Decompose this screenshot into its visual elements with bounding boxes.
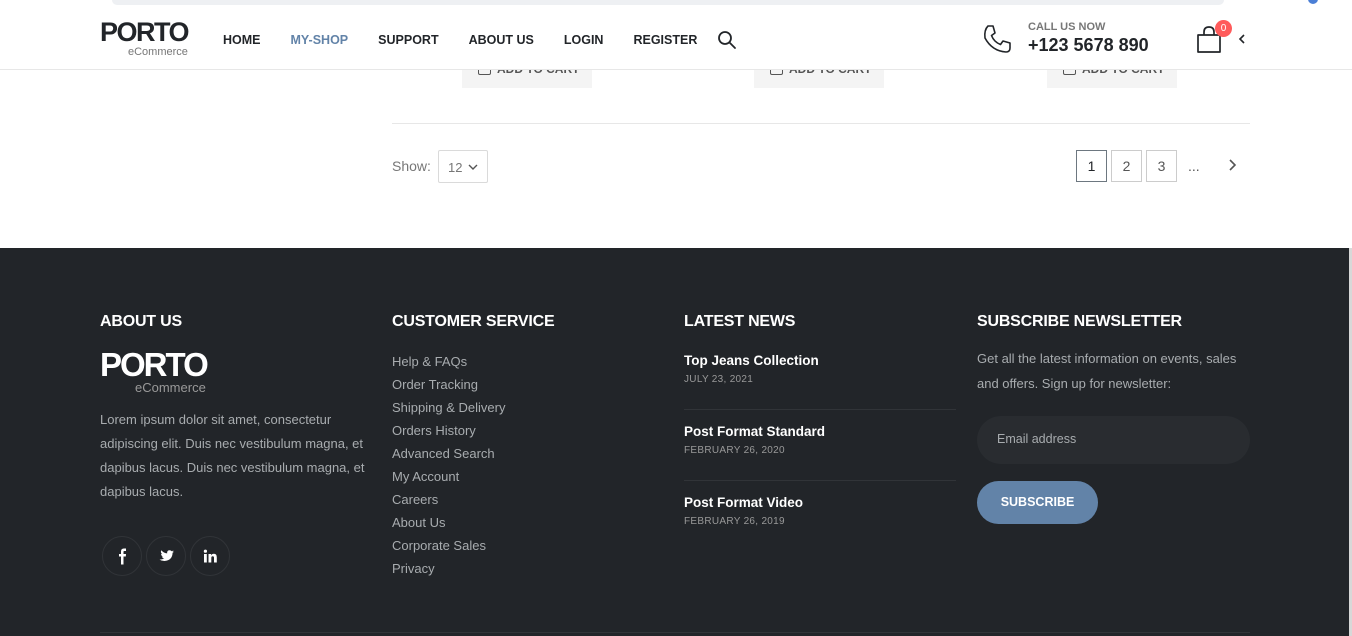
news-title[interactable]: Top Jeans Collection	[684, 353, 956, 368]
footer-service-title: CUSTOMER SERVICE	[392, 313, 555, 330]
main-nav: HOME MY-SHOP SUPPORT ABOUT US LOGIN REGI…	[223, 9, 727, 70]
nav-home[interactable]: HOME	[223, 33, 261, 47]
chevron-down-icon	[468, 164, 478, 170]
footer-about-title: ABOUT US	[100, 313, 182, 330]
search-icon[interactable]	[717, 30, 737, 50]
phone-icon	[984, 25, 1011, 53]
footer-link[interactable]: Order Tracking	[392, 375, 505, 398]
footer-bottom-divider	[100, 632, 1250, 633]
news-date: JULY 23, 2021	[684, 374, 754, 385]
call-us-label: CALL US NOW	[1028, 21, 1106, 33]
page-ellipsis: ...	[1188, 158, 1200, 174]
linkedin-button[interactable]	[190, 536, 230, 576]
logo-subtext: eCommerce	[128, 46, 188, 58]
nav-register[interactable]: REGISTER	[633, 33, 697, 47]
browser-top-strip	[0, 0, 1352, 9]
email-field[interactable]: Email address	[977, 416, 1250, 464]
footer-link[interactable]: Corporate Sales	[392, 536, 505, 559]
about-text: Lorem ipsum dolor sit amet, consectetur …	[100, 412, 365, 499]
facebook-icon	[119, 548, 126, 565]
news-item: Top Jeans Collection JULY 23, 2021	[684, 353, 956, 410]
news-title[interactable]: Post Format Video	[684, 495, 956, 510]
news-title[interactable]: Post Format Standard	[684, 424, 956, 439]
footer-news-title: LATEST NEWS	[684, 313, 796, 330]
phone-number[interactable]: +123 5678 890	[1028, 35, 1149, 56]
footer-link[interactable]: Careers	[392, 490, 505, 513]
page-1[interactable]: 1	[1076, 150, 1107, 182]
nav-login[interactable]: LOGIN	[564, 33, 604, 47]
twitter-icon	[159, 550, 174, 561]
footer-logo-text: PORTO	[100, 346, 209, 383]
site-logo[interactable]: PORTO eCommerce	[100, 19, 190, 59]
news-divider	[684, 409, 956, 410]
news-item: Post Format Standard FEBRUARY 26, 2020	[684, 424, 956, 481]
per-page-select[interactable]: 12	[438, 150, 488, 183]
profile-dot-icon	[1308, 0, 1318, 4]
page-2[interactable]: 2	[1111, 150, 1142, 182]
logo-text: PORTO	[100, 17, 190, 47]
footer-logo[interactable]: PORTO eCommerce	[100, 348, 215, 396]
footer-link[interactable]: Help & FAQs	[392, 352, 505, 375]
chevron-left-icon[interactable]	[1236, 31, 1248, 47]
page-3[interactable]: 3	[1146, 150, 1177, 182]
footer-link[interactable]: Advanced Search	[392, 444, 505, 467]
customer-service-links: Help & FAQs Order Tracking Shipping & De…	[392, 352, 505, 582]
address-bar-edge	[112, 0, 1224, 5]
nav-support[interactable]: SUPPORT	[378, 33, 438, 47]
site-footer: ABOUT US PORTO eCommerce Lorem ipsum dol…	[0, 248, 1349, 636]
nav-about-us[interactable]: ABOUT US	[469, 33, 534, 47]
subscribe-button[interactable]: SUBSCRIBE	[977, 481, 1098, 524]
footer-link[interactable]: Shipping & Delivery	[392, 398, 505, 421]
footer-link[interactable]: My Account	[392, 467, 505, 490]
next-page-icon[interactable]	[1226, 157, 1238, 173]
news-divider	[684, 480, 956, 481]
product-divider	[392, 123, 1250, 124]
news-date: FEBRUARY 26, 2020	[684, 445, 785, 456]
footer-newsletter-title: SUBSCRIBE NEWSLETTER	[977, 313, 1182, 330]
per-page-value: 12	[448, 160, 463, 175]
facebook-button[interactable]	[102, 536, 142, 576]
newsletter-text: Get all the latest information on events…	[977, 351, 1237, 391]
nav-my-shop[interactable]: MY-SHOP	[291, 33, 349, 47]
linkedin-icon	[203, 549, 217, 563]
footer-logo-subtext: eCommerce	[135, 380, 206, 395]
news-item: Post Format Video FEBRUARY 26, 2019	[684, 495, 956, 527]
twitter-button[interactable]	[146, 536, 186, 576]
site-header: PORTO eCommerce HOME MY-SHOP SUPPORT ABO…	[0, 9, 1352, 70]
show-label: Show:	[392, 158, 431, 174]
footer-link[interactable]: Orders History	[392, 421, 505, 444]
cart-count-badge: 0	[1215, 20, 1232, 37]
footer-link[interactable]: About Us	[392, 513, 505, 536]
footer-link[interactable]: Privacy	[392, 559, 505, 582]
news-date: FEBRUARY 26, 2019	[684, 516, 785, 527]
